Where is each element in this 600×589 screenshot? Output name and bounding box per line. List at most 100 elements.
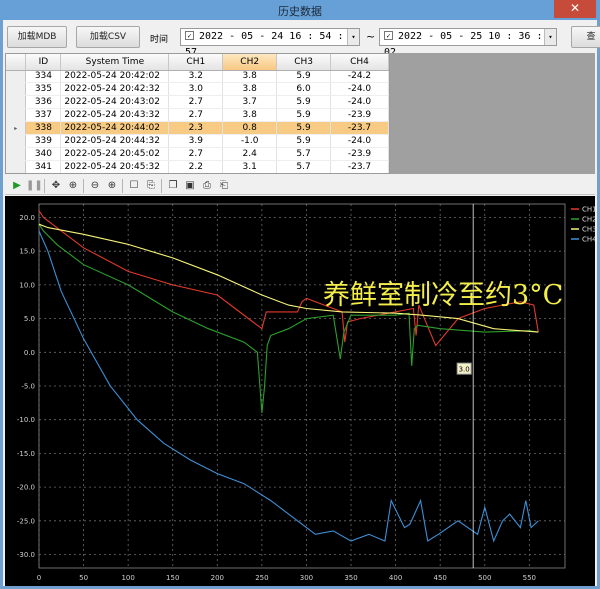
data-grid[interactable]: ID System Time CH1 CH2 CH3 CH4 334 2022-0…: [5, 53, 390, 174]
load-mdb-button[interactable]: 加载MDB: [7, 26, 67, 48]
cell-ch1[interactable]: 3.2: [168, 70, 224, 84]
column-header-id[interactable]: ID: [25, 54, 62, 71]
cell-ch3[interactable]: 6.0: [276, 82, 332, 97]
row-header[interactable]: [6, 134, 27, 148]
cell-ch4[interactable]: -24.0: [330, 134, 389, 148]
cell-ch1[interactable]: 3.0: [168, 82, 224, 97]
cell-ch1[interactable]: 3.9: [168, 134, 224, 148]
end-dropdown-icon[interactable]: ▾: [544, 29, 556, 45]
pause-icon[interactable]: ❚❚: [26, 178, 43, 194]
save-icon[interactable]: ▣: [182, 178, 198, 194]
cell-id[interactable]: 339: [25, 134, 62, 148]
table-row[interactable]: 3422022-05-24 20:46:021.93.35.7-23.6: [6, 173, 389, 174]
cell-ch2[interactable]: 2.4: [222, 147, 278, 161]
table-row[interactable]: 339 2022-05-24 20:44:32 3.9 -1.0 5.9 -24.0: [6, 134, 389, 148]
zoom-out-icon[interactable]: ⊖: [87, 178, 103, 194]
end-checkbox[interactable]: ✓: [384, 31, 393, 40]
chart-svg[interactable]: 0 50 100 150 200 250 300 350 400 450 500 550 20.0 15.…: [5, 196, 595, 586]
cell-ch4[interactable]: -23.9: [330, 108, 389, 123]
cell-id[interactable]: 337: [25, 108, 62, 123]
table-row[interactable]: 341 2022-05-24 20:45:32 2.2 3.1 5.7 -23.7: [6, 160, 389, 173]
cell-system-time[interactable]: 2022-05-24 20:42:32: [60, 82, 170, 97]
cell-ch1[interactable]: 2.7: [168, 147, 224, 161]
cell-ch2[interactable]: 3.8: [222, 82, 278, 97]
cell-ch2[interactable]: 3.8: [222, 108, 278, 123]
row-header[interactable]: [6, 147, 27, 161]
cell-ch4[interactable]: -23.7: [330, 160, 389, 173]
column-header-ch2[interactable]: CH2: [222, 54, 278, 71]
cell-system-time[interactable]: 2022-05-24 20:46:02: [61, 173, 169, 174]
cell-ch3[interactable]: 5.9: [276, 134, 332, 148]
cell-system-time[interactable]: 2022-05-24 20:43:32: [60, 108, 170, 123]
cell-id[interactable]: 335: [25, 82, 62, 97]
cell-ch1[interactable]: 2.7: [168, 108, 224, 123]
close-button[interactable]: ✕: [554, 0, 596, 18]
cell-id[interactable]: 342: [26, 173, 61, 174]
cell-ch1[interactable]: 1.9: [169, 173, 223, 174]
cell-system-time[interactable]: 2022-05-24 20:42:02: [60, 70, 170, 84]
copy-icon[interactable]: ⎘: [143, 178, 159, 194]
column-header-system-time[interactable]: System Time: [60, 54, 170, 71]
cell-system-time[interactable]: 2022-05-24 20:45:32: [60, 160, 170, 173]
cell-ch3[interactable]: 5.7: [277, 173, 331, 174]
cell-ch3[interactable]: 5.9: [276, 95, 332, 110]
table-row[interactable]: 335 2022-05-24 20:42:32 3.0 3.8 6.0 -24.0: [6, 82, 389, 97]
cell-id[interactable]: 340: [25, 147, 62, 161]
temperature-chart[interactable]: 0 50 100 150 200 250 300 350 400 450 500 550 20.0 15.…: [5, 196, 595, 586]
cell-ch4[interactable]: -23.7: [330, 121, 389, 135]
start-datetime-picker[interactable]: ✓2022 - 05 - 24 16 : 54 : 57 ▾: [180, 28, 360, 58]
cell-ch3[interactable]: 5.7: [276, 147, 332, 161]
row-header[interactable]: [6, 82, 27, 97]
cell-ch4[interactable]: -24.2: [330, 70, 389, 84]
row-header[interactable]: [6, 95, 27, 110]
table-row[interactable]: ▸ 338 2022-05-24 20:44:02 2.3 0.8 5.9 -23.7: [6, 121, 389, 135]
cell-id[interactable]: 338: [25, 121, 62, 135]
fit-icon[interactable]: ☐: [126, 178, 142, 194]
row-header[interactable]: [6, 173, 26, 174]
cell-id[interactable]: 341: [25, 160, 62, 173]
copy-image-icon[interactable]: ❐: [165, 178, 181, 194]
cell-id[interactable]: 336: [25, 95, 62, 110]
cell-ch2[interactable]: 3.1: [222, 160, 278, 173]
cell-system-time[interactable]: 2022-05-24 20:43:02: [60, 95, 170, 110]
cell-ch2[interactable]: 3.8: [222, 70, 278, 84]
print-icon[interactable]: ⎙: [199, 178, 215, 194]
move-icon[interactable]: ✥: [48, 178, 64, 194]
cell-system-time[interactable]: 2022-05-24 20:45:02: [60, 147, 170, 161]
cell-ch2[interactable]: 3.7: [222, 95, 278, 110]
row-header[interactable]: [6, 70, 27, 84]
cell-ch2[interactable]: 3.3: [223, 173, 277, 174]
cell-ch4[interactable]: -23.6: [331, 173, 389, 174]
cell-ch4[interactable]: -23.9: [330, 147, 389, 161]
row-header[interactable]: ▸: [6, 121, 27, 135]
column-header-ch4[interactable]: CH4: [330, 54, 389, 71]
cell-ch1[interactable]: 2.2: [168, 160, 224, 173]
print-preview-icon[interactable]: ⎗: [216, 178, 232, 194]
cell-ch4[interactable]: -24.0: [330, 95, 389, 110]
row-header[interactable]: [6, 160, 27, 173]
zoom-in-icon[interactable]: ⊕: [104, 178, 120, 194]
cell-ch3[interactable]: 5.9: [276, 108, 332, 123]
start-dropdown-icon[interactable]: ▾: [347, 29, 359, 45]
cell-id[interactable]: 334: [25, 70, 62, 84]
table-row[interactable]: 340 2022-05-24 20:45:02 2.7 2.4 5.7 -23.9: [6, 147, 389, 161]
zoom-box-icon[interactable]: ⊕: [65, 178, 81, 194]
cell-ch3[interactable]: 5.9: [276, 121, 332, 135]
row-header[interactable]: [6, 108, 27, 123]
play-icon[interactable]: ▶: [9, 178, 25, 194]
end-datetime-picker[interactable]: ✓2022 - 05 - 25 10 : 36 : 02 ▾: [379, 28, 557, 58]
cell-ch4[interactable]: -24.0: [330, 82, 389, 97]
table-row[interactable]: 337 2022-05-24 20:43:32 2.7 3.8 5.9 -23.9: [6, 108, 389, 123]
cell-ch1[interactable]: 2.7: [168, 95, 224, 110]
table-row[interactable]: 334 2022-05-24 20:42:02 3.2 3.8 5.9 -24.2: [6, 70, 389, 84]
cell-ch2[interactable]: -1.0: [222, 134, 278, 148]
cell-ch2[interactable]: 0.8: [222, 121, 278, 135]
table-row[interactable]: 336 2022-05-24 20:43:02 2.7 3.7 5.9 -24.0: [6, 95, 389, 110]
start-checkbox[interactable]: ✓: [185, 31, 194, 40]
cell-ch3[interactable]: 5.9: [276, 70, 332, 84]
load-csv-button[interactable]: 加载CSV: [76, 26, 140, 48]
column-header-ch3[interactable]: CH3: [276, 54, 332, 71]
cell-system-time[interactable]: 2022-05-24 20:44:02: [60, 121, 170, 135]
column-header-ch1[interactable]: CH1: [168, 54, 224, 71]
cell-ch1[interactable]: 2.3: [168, 121, 224, 135]
